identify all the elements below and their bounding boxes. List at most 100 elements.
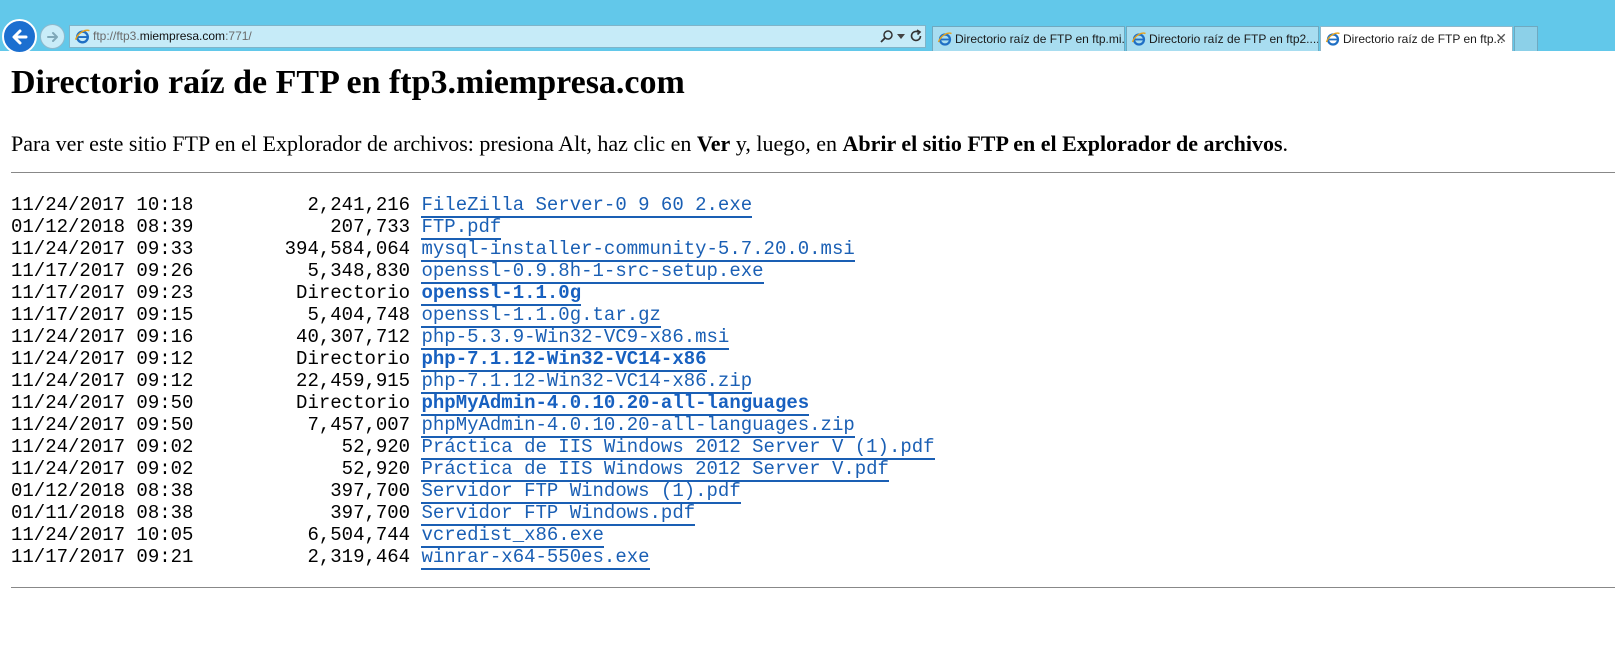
file-listing: 11/24/2017 10:18 2,241,216 FileZilla Ser… — [11, 194, 935, 570]
directory-link[interactable]: phpMyAdmin-4.0.10.20-all-languages — [421, 392, 810, 416]
file-size: 394,584,064 — [193, 238, 422, 260]
back-button[interactable] — [2, 19, 37, 54]
directory-row: 11/24/2017 09:50 Directorio phpMyAdmin-4… — [11, 392, 935, 416]
file-row: 01/11/2018 08:38 397,700 Servidor FTP Wi… — [11, 502, 935, 526]
file-size: 2,241,216 — [193, 194, 422, 216]
modified-datetime: 01/11/2018 08:38 — [11, 502, 194, 524]
address-bar[interactable]: ftp://ftp3.miempresa.com:771/ — [69, 25, 926, 48]
modified-datetime: 01/12/2018 08:38 — [11, 480, 194, 502]
tab-ftp1[interactable]: Directorio raíz de FTP en ftp.mi... — [932, 26, 1125, 51]
file-size: 40,307,712 — [193, 326, 422, 348]
file-link[interactable]: winrar-x64-550es.exe — [421, 546, 650, 570]
directory-label: Directorio — [193, 392, 422, 414]
file-link[interactable]: Servidor FTP Windows (1).pdf — [421, 480, 741, 504]
directory-link[interactable]: openssl-1.1.0g — [421, 282, 582, 306]
search-icon[interactable] — [879, 29, 894, 44]
directory-link[interactable]: php-7.1.12-Win32-VC14-x86 — [421, 348, 707, 372]
file-link[interactable]: phpMyAdmin-4.0.10.20-all-languages.zip — [421, 414, 855, 438]
new-tab-button[interactable] — [1514, 26, 1538, 51]
modified-datetime: 11/17/2017 09:26 — [11, 260, 194, 282]
file-size: 2,319,464 — [193, 546, 422, 568]
chevron-down-icon[interactable] — [897, 34, 905, 39]
file-row: 11/24/2017 10:18 2,241,216 FileZilla Ser… — [11, 194, 935, 218]
file-row: 01/12/2018 08:39 207,733 FTP.pdf — [11, 216, 935, 240]
browser-toolbar: ftp://ftp3.miempresa.com:771/ Directorio… — [0, 0, 1615, 54]
file-size: 5,348,830 — [193, 260, 422, 282]
file-link[interactable]: FTP.pdf — [421, 216, 502, 240]
url-host: miempresa.com — [139, 29, 226, 43]
address-url[interactable]: ftp://ftp3.miempresa.com:771/ — [93, 29, 252, 43]
instructions-part2: y, luego, en — [730, 131, 843, 156]
tab-ftp3-active[interactable]: Directorio raíz de FTP en ftp... ✕ — [1320, 26, 1513, 51]
ie-page-icon — [1131, 32, 1146, 46]
file-link[interactable]: mysql-installer-community-5.7.20.0.msi — [421, 238, 855, 262]
modified-datetime: 11/17/2017 09:21 — [11, 546, 194, 568]
directory-label: Directorio — [193, 348, 422, 370]
file-size: 22,459,915 — [193, 370, 422, 392]
modified-datetime: 01/12/2018 08:39 — [11, 216, 194, 238]
tab-label: Directorio raíz de FTP en ftp2.... — [1149, 32, 1319, 46]
directory-label: Directorio — [193, 282, 422, 304]
file-link[interactable]: php-5.3.9-Win32-VC9-x86.msi — [421, 326, 730, 350]
modified-datetime: 11/24/2017 09:12 — [11, 348, 194, 370]
file-link[interactable]: FileZilla Server-0 9 60 2.exe — [421, 194, 753, 218]
file-link[interactable]: openssl-1.1.0g.tar.gz — [421, 304, 661, 328]
modified-datetime: 11/24/2017 09:02 — [11, 458, 194, 480]
file-size: 7,457,007 — [193, 414, 422, 436]
forward-button[interactable] — [40, 24, 65, 49]
modified-datetime: 11/24/2017 10:18 — [11, 194, 194, 216]
page-title: Directorio raíz de FTP en ftp3.miempresa… — [11, 64, 685, 101]
file-size: 52,920 — [193, 436, 422, 458]
file-row: 11/24/2017 09:02 52,920 Práctica de IIS … — [11, 436, 935, 460]
directory-row: 11/24/2017 09:12 Directorio php-7.1.12-W… — [11, 348, 935, 372]
file-row: 01/12/2018 08:38 397,700 Servidor FTP Wi… — [11, 480, 935, 504]
file-link[interactable]: vcredist_x86.exe — [421, 524, 604, 548]
modified-datetime: 11/24/2017 09:33 — [11, 238, 194, 260]
file-row: 11/24/2017 09:33 394,584,064 mysql-insta… — [11, 238, 935, 262]
directory-row: 11/17/2017 09:23 Directorio openssl-1.1.… — [11, 282, 935, 306]
file-row: 11/17/2017 09:21 2,319,464 winrar-x64-55… — [11, 546, 935, 570]
file-size: 397,700 — [193, 502, 422, 524]
file-link[interactable]: Servidor FTP Windows.pdf — [421, 502, 696, 526]
file-row: 11/24/2017 09:02 52,920 Práctica de IIS … — [11, 458, 935, 482]
close-tab-icon[interactable]: ✕ — [1495, 30, 1507, 47]
file-size: 207,733 — [193, 216, 422, 238]
arrow-left-icon — [12, 29, 27, 44]
tab-label: Directorio raíz de FTP en ftp... — [1343, 32, 1504, 46]
file-row: 11/24/2017 10:05 6,504,744 vcredist_x86.… — [11, 524, 935, 548]
tab-label: Directorio raíz de FTP en ftp.mi... — [955, 32, 1125, 46]
file-row: 11/24/2017 09:16 40,307,712 php-5.3.9-Wi… — [11, 326, 935, 350]
instructions-part1: Para ver este sitio FTP en el Explorador… — [11, 131, 697, 156]
modified-datetime: 11/17/2017 09:15 — [11, 304, 194, 326]
modified-datetime: 11/24/2017 10:05 — [11, 524, 194, 546]
instructions-bold-ver: Ver — [696, 131, 731, 156]
divider-top — [11, 172, 1615, 173]
tab-ftp2[interactable]: Directorio raíz de FTP en ftp2.... — [1126, 26, 1319, 51]
file-link[interactable]: Práctica de IIS Windows 2012 Server V (1… — [421, 436, 935, 460]
arrow-right-icon — [46, 31, 58, 42]
ie-page-icon — [937, 32, 952, 46]
modified-datetime: 11/24/2017 09:50 — [11, 414, 194, 436]
instructions-text: Para ver este sitio FTP en el Explorador… — [11, 131, 1288, 157]
modified-datetime: 11/24/2017 09:50 — [11, 392, 194, 414]
file-link[interactable]: Práctica de IIS Windows 2012 Server V.pd… — [421, 458, 889, 482]
instructions-part3: . — [1282, 131, 1289, 156]
file-size: 52,920 — [193, 458, 422, 480]
file-row: 11/17/2017 09:26 5,348,830 openssl-0.9.8… — [11, 260, 935, 284]
modified-datetime: 11/24/2017 09:12 — [11, 370, 194, 392]
file-size: 6,504,744 — [193, 524, 422, 546]
modified-datetime: 11/17/2017 09:23 — [11, 282, 194, 304]
divider-bottom — [11, 587, 1615, 588]
file-link[interactable]: php-7.1.12-Win32-VC14-x86.zip — [421, 370, 753, 394]
file-row: 11/24/2017 09:50 7,457,007 phpMyAdmin-4.… — [11, 414, 935, 438]
modified-datetime: 11/24/2017 09:16 — [11, 326, 194, 348]
file-link[interactable]: openssl-0.9.8h-1-src-setup.exe — [421, 260, 764, 284]
file-row: 11/24/2017 09:12 22,459,915 php-7.1.12-W… — [11, 370, 935, 394]
refresh-icon[interactable] — [909, 29, 923, 43]
ie-page-icon — [74, 29, 90, 44]
file-size: 5,404,748 — [193, 304, 422, 326]
file-size: 397,700 — [193, 480, 422, 502]
ie-page-icon — [1325, 32, 1340, 46]
modified-datetime: 11/24/2017 09:02 — [11, 436, 194, 458]
instructions-bold-open: Abrir el sitio FTP en el Explorador de a… — [842, 131, 1283, 156]
